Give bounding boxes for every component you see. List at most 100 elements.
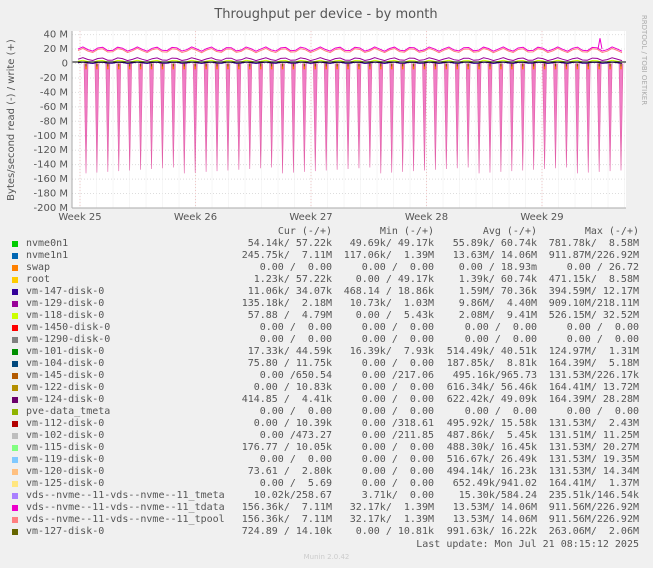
legend-series-name: vm-147-disk-0 [26,286,105,297]
legend-swatch [12,373,18,379]
legend-swatch [12,289,18,295]
legend-swatch [12,241,18,247]
legend-cur-value: 0.00 / 10.39k [253,418,332,429]
legend-min-value: 0.00 /211.85 [361,430,434,441]
legend-min-value: 3.71k/ 0.00 [361,490,434,501]
legend-swatch [12,457,18,463]
y-ticks: 40 M 20 M 0 -20 M -40 M -60 M -80 M -100 M -120 … [33,30,68,214]
legend-cur-value: 414.85 / 4.41k [241,394,332,405]
legend-max-value: 909.10M/218.11M [548,298,639,309]
y-tick-label: -60 M [40,102,68,113]
legend-swatch [12,337,18,343]
legend-series-name: vm-1290-disk-0 [26,334,111,345]
legend-cur-value: 17.33k/ 44.59k [247,346,332,357]
legend-avg-value: 9.86M/ 4.40M [458,298,537,309]
x-tick-label: Week 26 [174,212,217,223]
legend-avg-value: 2.08M/ 9.41M [458,310,537,321]
legend-max-value: 911.56M/226.92M [548,502,639,513]
legend-series-name: vm-118-disk-0 [26,310,105,321]
legend-series-name: vm-120-disk-0 [26,466,105,477]
legend-min-value: 468.14 / 18.86k [343,286,434,297]
legend-cur-value: 0.00 / 10.83k [253,382,332,393]
legend-max-value: 911.87M/226.92M [548,250,639,261]
legend-cur-value: 10.02k/258.67 [253,490,332,501]
legend-min-value: 0.00 / 0.00 [361,322,434,333]
legend-row: root 1.23k/ 57.22k 0.00 / 49.17k 1.39k/ 60.… [12,274,652,286]
legend-avg-value: 13.63M/ 14.06M [452,250,537,261]
legend-row: vm-127-disk-0 724.89 / 14.10k 0.00 / 10.81… [12,526,652,538]
legend-row: vds--nvme--11-vds--nvme--11_tpool 156.36k… [12,514,652,526]
legend-max-value: 0.00 / 0.00 [566,334,639,345]
legend-row: vm-145-disk-0 0.00 /650.54 0.00 /217.06 495… [12,370,652,382]
legend-avg-value: 991.63k/ 16.22k [446,526,537,537]
legend-cur-value: 0.00 / 0.00 [259,454,332,465]
legend-cur-value: 0.00 / 0.00 [259,334,332,345]
legend-max-value: 131.53M/ 19.35M [548,454,639,465]
legend-swatch [12,481,18,487]
legend-avg-value: 0.00 / 0.00 [464,322,537,333]
legend-series-name: vm-127-disk-0 [26,526,105,537]
legend-min-value: 0.00 /217.06 [361,370,434,381]
legend-cur-value: 73.61 / 2.80k [247,466,332,477]
x-tick-label: Week 29 [520,212,563,223]
y-tick-label: 20 M [43,44,68,55]
legend-cur-value: 1.23k/ 57.22k [253,274,332,285]
legend-cur-value: 57.88 / 4.79M [247,310,332,321]
legend-avg-value: 495.16k/965.73 [452,370,537,381]
y-tick-label: 40 M [43,30,68,41]
legend-max-value: 124.97M/ 1.31M [548,346,639,357]
footer: Munin 2.0.42 [303,553,350,561]
last-update: Last update: Mon Jul 21 08:15:12 2025 [416,539,639,550]
x-tick-label: Week 27 [289,212,332,223]
legend-cur-value: 0.00 /650.54 [259,370,332,381]
legend-swatch [12,517,18,523]
legend-row: nvme0n1 54.14k/ 57.22k 49.69k/ 49.17k 55.89… [12,238,652,250]
legend-swatch [12,301,18,307]
legend-min-value: 16.39k/ 7.93k [349,346,434,357]
legend-max-value: 164.41M/ 1.37M [548,478,639,489]
legend-max-value: 164.41M/ 13.72M [548,382,639,393]
legend-avg-value: 514.49k/ 40.51k [446,346,537,357]
legend-min-value: 0.00 / 0.00 [361,382,434,393]
legend-swatch [12,421,18,427]
legend-max-value: 526.15M/ 32.52M [548,310,639,321]
legend-max-value: 0.00 / 26.72 [566,262,639,273]
legend-max-value: 235.51k/146.54k [548,490,639,501]
legend-series-name: vm-102-disk-0 [26,430,105,441]
legend-cur-value: 0.00 /473.27 [259,430,332,441]
y-axis-label: Bytes/second read (-) / write (+) [6,39,17,201]
legend-cur-value: 245.75k/ 7.11M [241,250,332,261]
legend-max-value: 164.39M/ 5.18M [548,358,639,369]
legend-row: vm-101-disk-0 17.33k/ 44.59k 16.39k/ 7.93k… [12,346,652,358]
side-label: RRDTOOL / TOBI OETIKER [640,15,648,105]
legend-row: vm-104-disk-0 75.80 / 11.75k 0.00 / 0.00 18… [12,358,652,370]
legend-cur-value: 156.36k/ 7.11M [241,502,332,513]
legend-series-name: vds--nvme--11-vds--nvme--11_tmeta [26,490,225,501]
legend-avg-value: 0.00 / 0.00 [464,334,537,345]
legend-min-value: 32.17k/ 1.39M [349,502,434,513]
legend-row: vds--nvme--11-vds--nvme--11_tdata 156.36k… [12,502,652,514]
x-ticks: Week 25 Week 26 Week 27 Week 28 Week 29 [58,212,563,223]
legend-series-name: vm-1450-disk-0 [26,322,111,333]
legend-swatch [12,505,18,511]
legend-max-value: 164.39M/ 28.28M [548,394,639,405]
legend-swatch [12,433,18,439]
legend-avg-value: 516.67k/ 26.49k [446,454,537,465]
legend-series-name: nvme1n1 [26,250,69,261]
legend-avg-value: 495.92k/ 15.58k [446,418,537,429]
legend-row: vm-120-disk-0 73.61 / 2.80k 0.00 / 0.00 494… [12,466,652,478]
legend-min-value: 0.00 / 0.00 [361,334,434,345]
legend-avg-value: 15.30k/584.24 [458,490,537,501]
y-tick-label: 0 [62,59,68,70]
legend-avg-value: 13.53M/ 14.06M [452,502,537,513]
legend-series-name: vm-104-disk-0 [26,358,105,369]
legend-min-value: 0.00 / 0.00 [361,406,434,417]
legend-max-value: 131.53M/ 20.27M [548,442,639,453]
col-header-cur: Cur (-/+) [277,226,332,237]
legend-avg-value: 0.00 / 0.00 [464,406,537,417]
legend-min-value: 0.00 /318.61 [361,418,434,429]
legend-min-value: 0.00 / 0.00 [361,466,434,477]
legend-cur-value: 0.00 / 0.00 [259,262,332,273]
legend-series-name: vm-124-disk-0 [26,394,105,405]
legend-max-value: 394.59M/ 12.17M [548,286,639,297]
